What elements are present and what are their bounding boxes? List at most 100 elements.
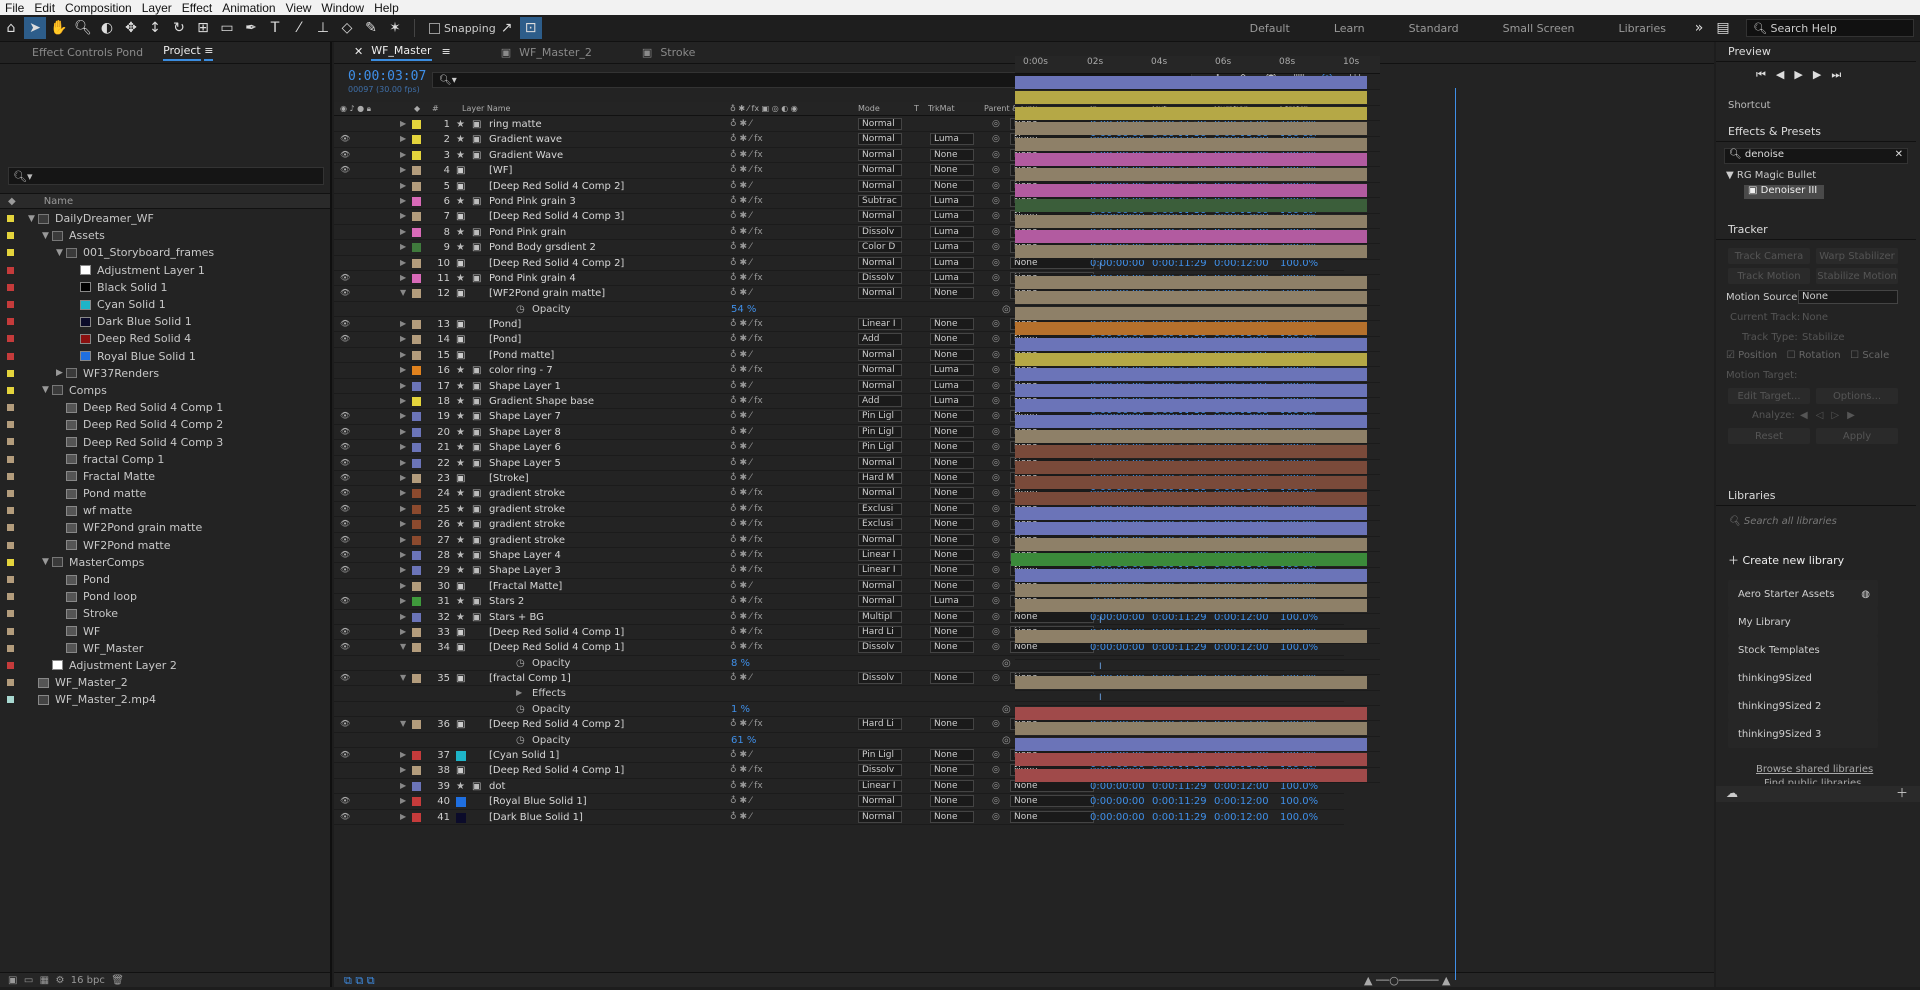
layer-switches-icon[interactable]: ♁ ✱ ⁄ [730,796,751,806]
keyframe-marker-icon[interactable]: I [1099,262,1102,272]
bpc-label[interactable]: 16 bpc [71,975,105,986]
layer-duration-bar[interactable] [1015,368,1367,382]
expression-icon[interactable]: ◎ [1002,304,1011,315]
label-color-chip[interactable] [412,243,421,253]
layer-duration-bar[interactable] [1015,491,1367,505]
type-tool-icon[interactable]: T [264,17,286,39]
label-color-chip[interactable] [412,120,421,129]
workspace-panel-icon[interactable]: ▤ [1712,17,1734,39]
layer-switches-icon[interactable]: ♁ ✱ ⁄ [730,812,751,822]
project-item[interactable]: ▼ Comps [0,382,330,399]
puppet-tool-icon[interactable]: ✶ [384,17,406,39]
label-column-icon[interactable]: ◆ [8,196,16,207]
current-time-indicator[interactable] [1455,88,1456,980]
out-point[interactable]: 0:00:11:29 [1152,812,1207,823]
expand-toggle-icon[interactable]: ▶ [400,473,406,482]
parent-pickwhip-icon[interactable]: ◎ [992,227,1000,237]
blend-mode-select[interactable]: Normal [858,118,902,130]
label-color-chip[interactable] [7,369,14,377]
visibility-eye-icon[interactable]: 👁 [340,442,350,451]
workspace-libraries[interactable]: Libraries [1618,22,1666,35]
blend-mode-select[interactable]: Dissolv [858,271,902,284]
parent-pickwhip-icon[interactable]: ◎ [992,796,1000,806]
parent-pickwhip-icon[interactable]: ◎ [992,519,1000,529]
blend-mode-select[interactable]: Normal [858,595,902,608]
track-matte-select[interactable]: None [930,179,974,192]
project-item[interactable]: WF2Pond matte [0,537,330,554]
analyze-controls[interactable]: ◀◁▷▶ [1800,410,1863,421]
parent-pickwhip-icon[interactable]: ◎ [992,627,1000,637]
expand-toggle-icon[interactable]: ▶ [400,504,406,513]
label-color-chip[interactable] [412,751,421,761]
expand-toggle-icon[interactable]: ▶ [400,150,406,159]
blend-mode-select[interactable]: Pin Ligl [858,410,902,423]
brush-tool-icon[interactable]: ⁄ [288,17,310,39]
layer-duration-bar[interactable] [1015,122,1367,136]
layer-switches-icon[interactable]: ♁ ✱ ⁄ [730,750,751,760]
project-item[interactable]: Deep Red Solid 4 Comp 3 [0,433,330,450]
visibility-eye-icon[interactable]: 👁 [340,812,350,821]
parent-pickwhip-icon[interactable]: ◎ [992,612,1000,622]
layer-duration-bar[interactable] [1015,137,1367,151]
track-matte-select[interactable]: None [930,548,974,561]
track-matte-select[interactable]: Luma [930,379,974,392]
label-color-chip[interactable] [412,273,421,283]
stabilize-motion-button[interactable]: Stabilize Motion [1816,268,1898,284]
cloud-icon[interactable]: ☁ [1726,786,1738,800]
track-matte-select[interactable]: None [930,795,974,808]
layer-name[interactable]: gradient stroke [489,519,565,530]
orbit-tool-icon[interactable]: ◐ [96,17,118,39]
project-item[interactable]: Pond [0,571,330,588]
parent-pickwhip-icon[interactable]: ◎ [992,134,1000,144]
label-color-chip[interactable] [7,507,14,515]
layer-duration-bar[interactable] [1015,768,1367,782]
layer-duration-bar[interactable] [1015,291,1367,305]
blend-mode-select[interactable]: Pin Ligl [858,425,902,438]
track-matte-select[interactable]: Luma [930,595,974,608]
layer-name[interactable]: Shape Layer 5 [489,458,561,469]
layer-name[interactable]: Pond Pink grain [489,227,566,238]
label-color-chip[interactable] [412,674,421,684]
layer-switches-toggle-icon[interactable]: ⧉ ⧉ ⧉ [344,974,375,988]
layer-name[interactable]: Gradient wave [489,134,562,145]
expand-toggle-icon[interactable]: ▶ [400,581,406,590]
label-color-chip[interactable] [412,535,421,545]
blend-mode-select[interactable]: Subtrac [858,194,902,207]
parent-pickwhip-icon[interactable]: ◎ [992,427,1000,437]
project-item[interactable]: WF_Master_2 [0,674,330,691]
label-color-chip[interactable] [7,610,14,618]
layer-switches-icon[interactable]: ♁ ✱ ⁄ [730,258,751,268]
workspace-learn[interactable]: Learn [1334,22,1365,35]
track-matte-select[interactable]: Luma [930,271,974,284]
label-color-chip[interactable] [7,300,14,308]
project-item[interactable]: Deep Red Solid 4 Comp 1 [0,399,330,416]
layer-name[interactable]: color ring - 7 [489,365,553,376]
label-color-chip[interactable] [412,397,421,407]
layer-name[interactable]: Gradient Wave [489,150,563,161]
new-folder-icon[interactable]: ▭ [24,975,33,986]
label-color-chip[interactable] [7,593,14,601]
scale-checkbox[interactable]: ☐ Scale [1850,350,1889,361]
blend-mode-select[interactable]: Dissolv [858,225,902,238]
visibility-eye-icon[interactable]: 👁 [340,796,350,805]
visibility-eye-icon[interactable]: 👁 [340,288,350,297]
play-icon[interactable]: ▶ [1794,68,1812,81]
blend-mode-select[interactable]: Hard Li [858,718,902,731]
blend-mode-select[interactable]: Normal [858,810,902,823]
label-color-chip[interactable] [412,227,421,237]
expand-toggle-icon[interactable]: ▼ [42,231,52,241]
layer-duration-bar[interactable] [1015,245,1367,259]
apply-button[interactable]: Apply [1816,428,1898,444]
layer-duration-bar[interactable] [1015,753,1367,767]
parent-pickwhip-icon[interactable]: ◎ [992,258,1000,268]
layer-switches-icon[interactable]: ♁ ✱ ⁄ fx [730,596,763,606]
menu-composition[interactable]: Composition [60,1,137,15]
expand-toggle-icon[interactable]: ▼ [42,557,52,567]
library-item[interactable]: My Library [1728,608,1878,636]
expand-toggle-icon[interactable]: ▶ [400,519,406,528]
blend-mode-select[interactable]: Hard M [858,471,902,484]
current-timecode[interactable]: 0:00:03:07 [348,69,426,84]
expand-toggle-icon[interactable]: ▶ [400,334,406,343]
expand-toggle-icon[interactable]: ▶ [400,119,406,128]
expand-toggle-icon[interactable]: ▶ [400,458,406,467]
